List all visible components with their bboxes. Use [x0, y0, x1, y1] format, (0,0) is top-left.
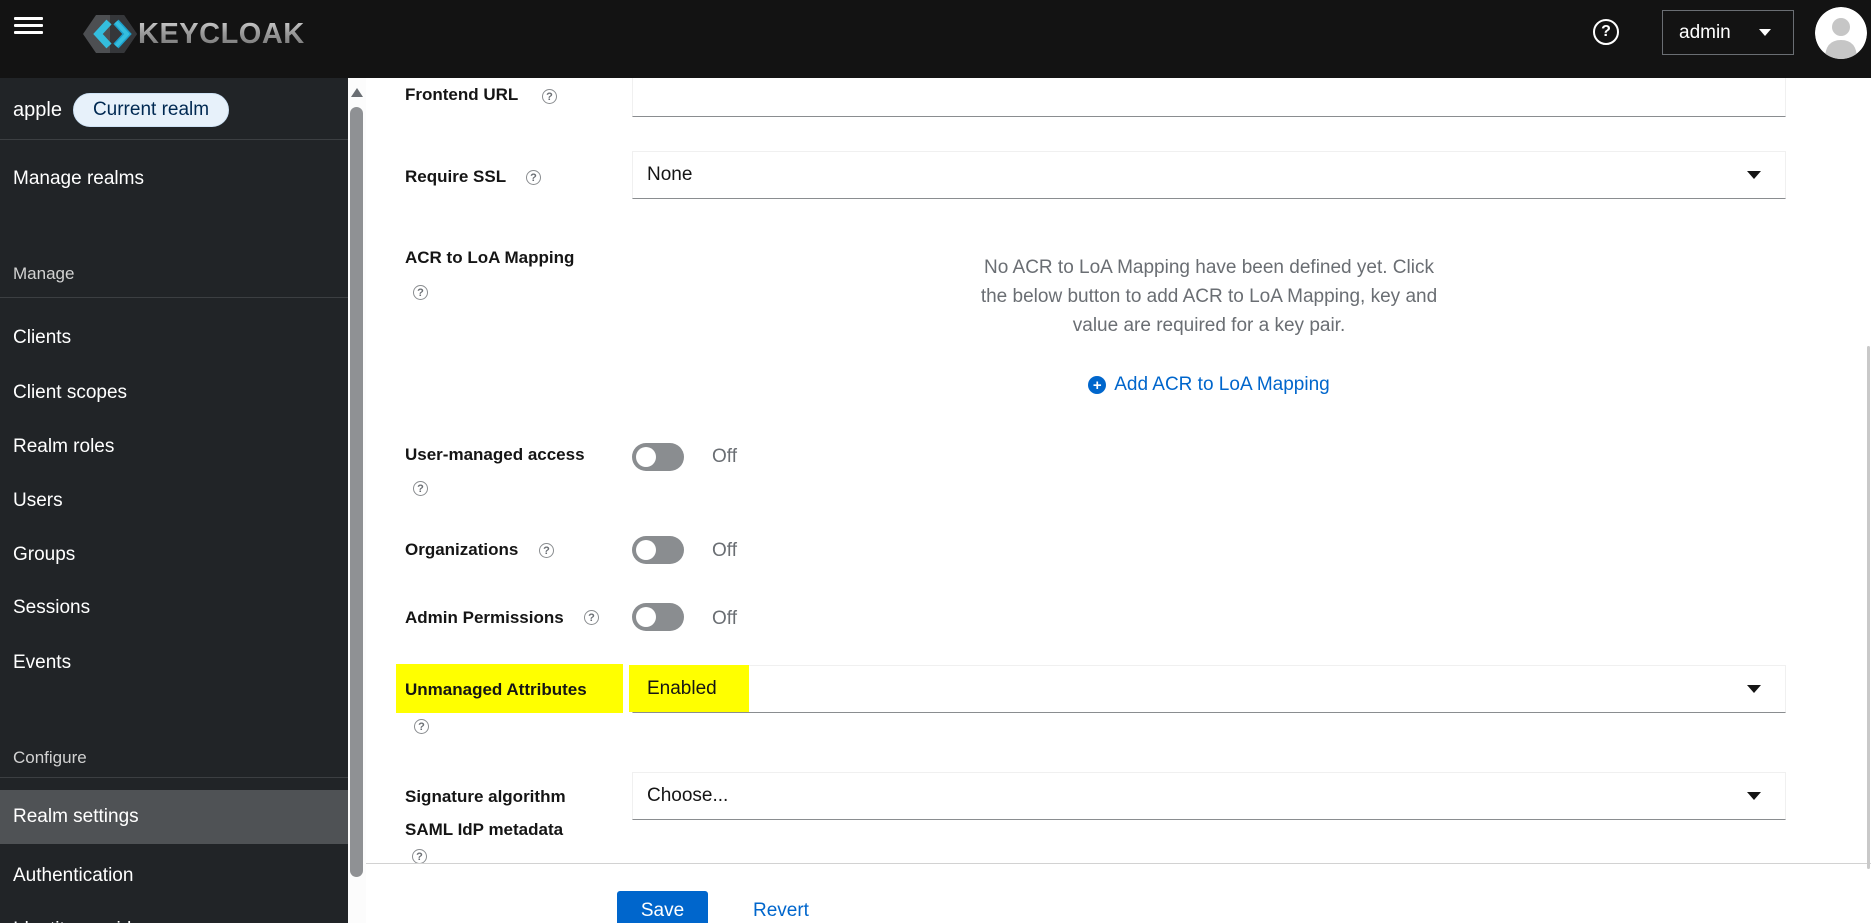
unmanaged-attributes-label: Unmanaged Attributes [405, 680, 587, 699]
user-managed-access-help-icon[interactable]: ? [413, 481, 428, 496]
help-icon[interactable]: ? [1593, 19, 1619, 45]
acr-empty-text-line2: the below button to add ACR to LoA Mappi… [980, 286, 1438, 307]
sidebar-nav: apple Current realm Manage realms Manage… [0, 78, 348, 923]
keycloak-admin-console: KEYCLOAK ? admin apple Current realm Man… [0, 0, 1871, 923]
signature-algorithm-value: Choose... [647, 785, 729, 806]
realm-settings-form: Frontend URL ? Require SSL ? None ACR to… [366, 78, 1871, 923]
acr-loa-help-icon[interactable]: ? [413, 285, 428, 300]
divider [0, 777, 348, 778]
plus-circle-icon: + [1088, 376, 1107, 394]
scrollbar-track [348, 78, 366, 923]
add-acr-loa-mapping-button[interactable]: + Add ACR to LoA Mapping [632, 374, 1786, 396]
keycloak-hexagon-icon [83, 15, 137, 53]
form-actions-footer: Save Revert [366, 863, 1871, 923]
sidebar-item-identity-providers[interactable]: Identity providers [0, 903, 348, 923]
sidebar-item-sessions[interactable]: Sessions [0, 581, 348, 635]
chevron-down-icon [1747, 171, 1761, 179]
sidebar-group-configure: Configure [13, 748, 87, 767]
username-label: admin [1679, 21, 1731, 43]
frontend-url-input[interactable] [632, 78, 1786, 117]
signature-algorithm-label-line1: Signature algorithm [405, 787, 566, 806]
page-scrollbar-thumb[interactable] [1867, 346, 1870, 869]
sidebar-item-clients[interactable]: Clients [0, 311, 348, 365]
require-ssl-help-icon[interactable]: ? [526, 170, 541, 185]
admin-permissions-help-icon[interactable]: ? [584, 610, 599, 625]
frontend-url-help-icon[interactable]: ? [542, 89, 557, 104]
sidebar-item-events[interactable]: Events [0, 636, 348, 690]
unmanaged-attributes-select[interactable]: Enabled [629, 665, 1786, 713]
sidebar-item-authentication[interactable]: Authentication [0, 849, 348, 903]
chevron-down-icon [1747, 685, 1761, 693]
chevron-down-icon [1747, 792, 1761, 800]
sidebar-item-realm-roles[interactable]: Realm roles [0, 420, 348, 474]
current-realm-badge[interactable]: Current realm [72, 93, 230, 127]
unmanaged-attributes-help-icon[interactable]: ? [414, 719, 429, 734]
brand-text: KEYCLOAK [138, 17, 305, 50]
divider [0, 139, 348, 140]
signature-algorithm-label-line2: SAML IdP metadata [405, 820, 564, 839]
save-button[interactable]: Save [617, 891, 708, 923]
chevron-down-icon [1758, 29, 1771, 36]
add-acr-loa-mapping-label: Add ACR to LoA Mapping [1114, 374, 1330, 395]
keycloak-logo: KEYCLOAK [83, 14, 305, 54]
avatar[interactable] [1815, 7, 1867, 59]
unmanaged-attributes-value: Enabled [647, 678, 717, 699]
masthead: KEYCLOAK ? admin [0, 0, 1871, 78]
signature-algorithm-help-icon[interactable]: ? [412, 849, 427, 864]
acr-empty-text-line1: No ACR to LoA Mapping have been defined … [984, 257, 1434, 278]
acr-empty-text-line3: value are required for a key pair. [1072, 315, 1346, 336]
current-realm-row: apple Current realm [0, 92, 348, 128]
revert-link[interactable]: Revert [753, 900, 809, 922]
sidebar-item-manage-realms[interactable]: Manage realms [0, 152, 348, 206]
sidebar-item-groups[interactable]: Groups [0, 528, 348, 582]
require-ssl-label: Require SSL [405, 167, 507, 186]
scrollbar-up-arrow[interactable] [351, 88, 363, 97]
sidebar-group-manage: Manage [13, 264, 75, 283]
sidebar-item-client-scopes[interactable]: Client scopes [0, 366, 348, 420]
organizations-help-icon[interactable]: ? [539, 543, 554, 558]
user-menu-dropdown[interactable]: admin [1662, 10, 1794, 55]
require-ssl-select[interactable]: None [632, 151, 1786, 199]
frontend-url-label: Frontend URL [405, 85, 519, 104]
admin-permissions-label: Admin Permissions [405, 608, 564, 627]
admin-permissions-state: Off [712, 608, 737, 629]
require-ssl-value: None [647, 164, 693, 185]
realm-name: apple [13, 98, 62, 121]
nav-toggle-hamburger-icon[interactable] [14, 17, 44, 39]
organizations-state: Off [712, 540, 737, 561]
admin-permissions-toggle[interactable] [632, 603, 684, 631]
scrollbar-thumb[interactable] [350, 107, 363, 877]
user-managed-access-toggle[interactable] [632, 443, 684, 471]
acr-loa-label: ACR to LoA Mapping [405, 248, 575, 267]
sidebar-item-realm-settings[interactable]: Realm settings [0, 790, 348, 844]
organizations-toggle[interactable] [632, 536, 684, 564]
divider [0, 297, 348, 298]
user-managed-access-label: User-managed access [405, 445, 585, 464]
organizations-label: Organizations [405, 540, 519, 559]
sidebar-item-users[interactable]: Users [0, 474, 348, 528]
signature-algorithm-select[interactable]: Choose... [632, 772, 1786, 820]
user-managed-access-state: Off [712, 446, 737, 467]
